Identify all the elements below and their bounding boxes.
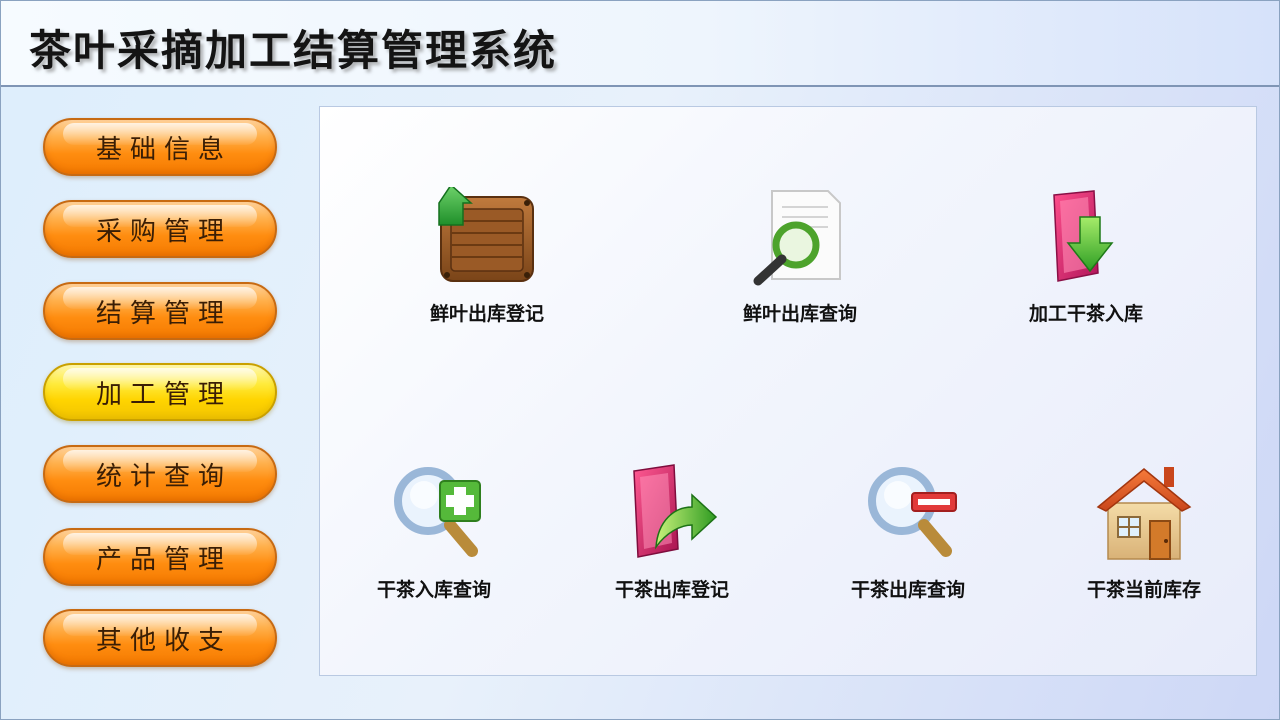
tile-label: 鲜叶出库登记 — [429, 303, 544, 325]
app-window: 茶叶采摘加工结算管理系统 基础信息 采购管理 结算管理 加工管理 统计查询 产品… — [0, 0, 1280, 720]
tile-label: 干茶出库查询 — [850, 579, 965, 601]
tile-dry-tea-inbound[interactable]: 加工干茶入库 — [986, 187, 1186, 327]
title-bar: 茶叶采摘加工结算管理系统 — [1, 1, 1279, 87]
search-plus-icon — [394, 467, 481, 557]
sidebar-item-basic-info[interactable]: 基础信息 — [43, 118, 277, 176]
tile-dry-tea-current-stock[interactable]: 干茶当前库存 — [1044, 463, 1244, 603]
sidebar-item-settlement[interactable]: 结算管理 — [43, 282, 277, 340]
folder-download-icon — [1053, 190, 1114, 282]
sidebar-item-label: 统计查询 — [95, 461, 232, 492]
tile-fresh-leaf-outbound-register[interactable]: 鲜叶出库登记 — [387, 187, 587, 327]
sidebar-item-label: 结算管理 — [95, 298, 232, 329]
tile-label: 干茶入库查询 — [376, 579, 491, 601]
app-title: 茶叶采摘加工结算管理系统 — [29, 26, 558, 75]
tile-label: 加工干茶入库 — [1028, 303, 1143, 325]
tile-dry-tea-outbound-register[interactable]: 干茶出库登记 — [572, 463, 772, 603]
tile-dry-tea-inbound-query[interactable]: 干茶入库查询 — [334, 463, 534, 603]
sidebar-item-label: 产品管理 — [95, 544, 232, 575]
sidebar-item-other-income-expense[interactable]: 其他收支 — [43, 609, 277, 667]
folder-export-icon — [633, 464, 718, 558]
tile-dry-tea-outbound-query[interactable]: 干茶出库查询 — [808, 463, 1008, 603]
tile-label: 鲜叶出库查询 — [742, 303, 857, 325]
tile-label: 干茶出库登记 — [614, 579, 729, 601]
search-minus-icon — [868, 467, 957, 557]
sidebar-item-label: 采购管理 — [95, 216, 232, 247]
sidebar-item-statistics[interactable]: 统计查询 — [43, 445, 277, 503]
tile-fresh-leaf-outbound-query[interactable]: 鲜叶出库查询 — [700, 187, 900, 327]
wooden-crate-upload-icon — [438, 187, 534, 282]
sidebar-item-label: 加工管理 — [95, 379, 232, 410]
sidebar: 基础信息 采购管理 结算管理 加工管理 统计查询 产品管理 其他收支 — [1, 89, 311, 719]
sidebar-item-products[interactable]: 产品管理 — [43, 528, 277, 586]
sidebar-item-label: 基础信息 — [95, 134, 232, 165]
house-icon — [1096, 467, 1192, 560]
tile-label: 干茶当前库存 — [1086, 579, 1201, 601]
sidebar-item-purchase[interactable]: 采购管理 — [43, 200, 277, 258]
sidebar-item-label: 其他收支 — [95, 625, 232, 656]
function-panel: 鲜叶出库登记 鲜叶出库查询 加工干茶入库 干茶入库查询 干茶出库登记 干茶出库查… — [319, 106, 1257, 676]
sidebar-item-processing[interactable]: 加工管理 — [43, 363, 277, 421]
document-search-icon — [753, 190, 841, 286]
